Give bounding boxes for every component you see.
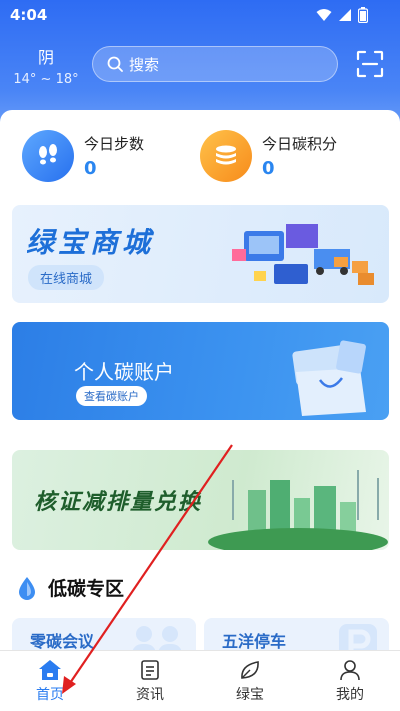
today-carbon-points-stat[interactable]: 今日碳积分 0 [200, 130, 337, 182]
stat-value: 0 [262, 158, 275, 179]
low-carbon-section-header: 低碳专区 [16, 574, 124, 601]
tab-profile[interactable]: 我的 [300, 651, 400, 711]
card-label: 零碳会议 [30, 632, 95, 651]
tab-label: 我的 [336, 686, 364, 703]
signal-icon [339, 9, 351, 21]
green-mall-banner[interactable]: 绿宝商城 在线商城 [12, 205, 389, 303]
status-time: 4:04 [10, 6, 48, 24]
search-input[interactable]: 搜索 [92, 46, 338, 82]
weather-condition: 阴 [37, 48, 54, 67]
card-label: 五洋停车 [222, 632, 287, 651]
ccer-exchange-banner[interactable]: 核证减排量兑换 [12, 450, 389, 550]
profile-icon [340, 659, 360, 680]
tab-label: 首页 [36, 686, 64, 703]
tab-news[interactable]: 资讯 [100, 651, 200, 711]
battery-icon [358, 7, 368, 23]
today-steps-stat[interactable]: 今日步数 0 [22, 130, 144, 182]
tab-label: 绿宝 [236, 686, 264, 703]
tab-home[interactable]: 首页 [0, 651, 100, 711]
search-placeholder: 搜索 [129, 55, 160, 74]
stat-label: 今日碳积分 [262, 135, 338, 153]
green-city-illustration [208, 470, 388, 550]
banner-title: 个人碳账户 [74, 360, 174, 384]
footprints-icon [22, 130, 74, 182]
water-drop-icon [19, 576, 35, 600]
status-bar: 4:04 [0, 0, 400, 30]
tab-lvbao[interactable]: 绿宝 [200, 651, 300, 711]
shopping-illustration [232, 224, 374, 285]
section-title: 低碳专区 [48, 578, 125, 600]
scan-icon[interactable] [355, 49, 385, 79]
weather-widget[interactable]: 阴 14° ~ 18° [10, 44, 82, 87]
view-carbon-account-button[interactable]: 查看碳账户 [76, 386, 147, 406]
status-icons [316, 7, 368, 23]
personal-carbon-account-banner[interactable]: 个人碳账户 查看碳账户 [12, 322, 389, 420]
main-content: 今日步数 0 今日碳积分 0 绿宝商城 在线商城 个人碳账户 查看碳账户 核证减… [0, 110, 400, 658]
wifi-icon [316, 9, 332, 21]
banner-title: 绿宝商城 [26, 226, 155, 259]
stat-label: 今日步数 [84, 135, 145, 153]
coins-icon [200, 130, 252, 182]
leaf-icon [241, 660, 259, 679]
bottom-tab-bar: 首页 资讯 绿宝 我的 [0, 650, 400, 711]
weather-temperature: 14° ~ 18° [13, 72, 79, 87]
online-mall-button[interactable]: 在线商城 [28, 265, 105, 290]
home-icon [39, 659, 61, 680]
shopping-bag-illustration [292, 340, 366, 416]
tab-label: 资讯 [136, 686, 164, 703]
stat-value: 0 [84, 158, 97, 179]
search-icon [107, 56, 123, 72]
news-icon [141, 659, 159, 680]
banner-title: 核证减排量兑换 [34, 490, 203, 515]
